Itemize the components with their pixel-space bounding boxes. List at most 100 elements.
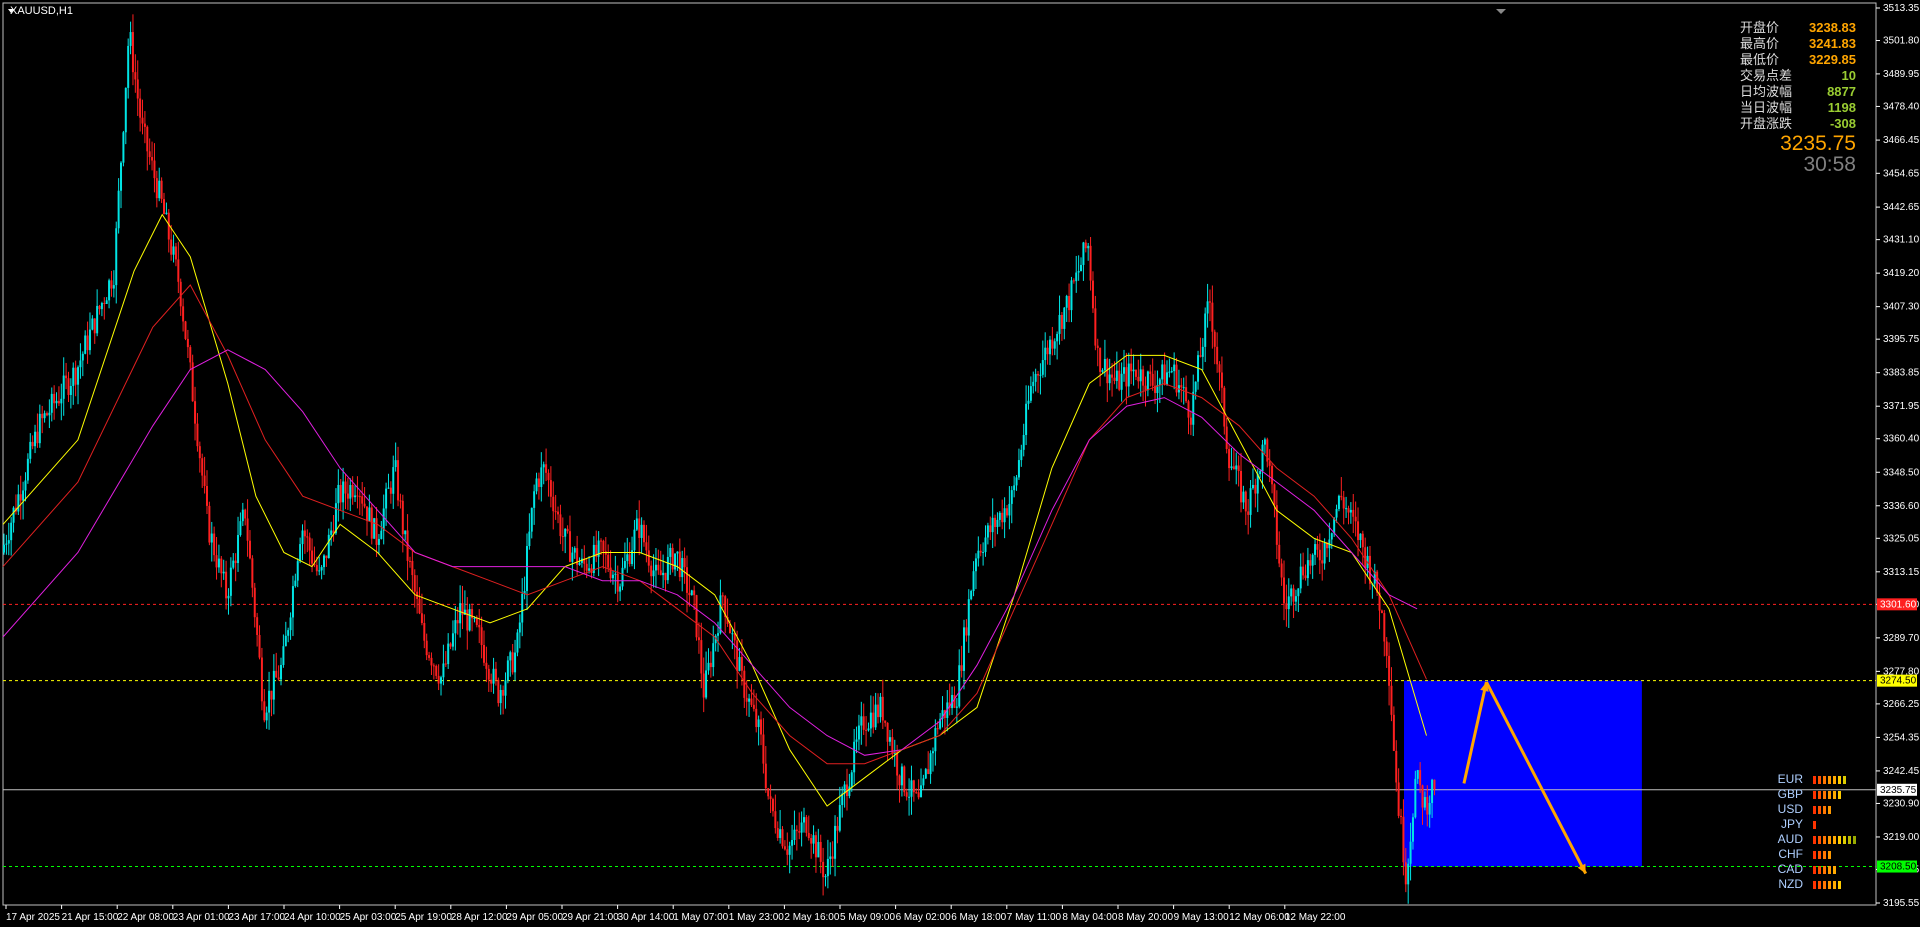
- candle-body: [485, 662, 488, 669]
- candle-body: [227, 595, 230, 599]
- candle-body: [514, 652, 517, 673]
- candle-body: [986, 525, 989, 538]
- candle-body: [1237, 465, 1240, 471]
- candle-body: [588, 568, 591, 571]
- strength-bar: [1848, 835, 1851, 844]
- x-tick-label: 5 May 09:00: [840, 912, 895, 923]
- candle-body: [232, 560, 235, 568]
- info-value: 3238.83: [1809, 20, 1856, 35]
- strength-bar: [1813, 820, 1816, 829]
- candle-body: [53, 393, 56, 404]
- candle-body: [225, 571, 228, 599]
- candle-body: [449, 643, 452, 647]
- candle-body: [771, 799, 774, 812]
- candle-body: [499, 689, 502, 704]
- candle-body: [1244, 491, 1247, 512]
- currency-row-aud: AUD: [1769, 832, 1856, 847]
- candle-body: [683, 558, 686, 568]
- candle-body: [662, 572, 665, 576]
- x-tick-label: 28 Apr 12:00: [451, 912, 508, 923]
- candle-body: [1149, 371, 1152, 374]
- candle-body: [358, 496, 361, 498]
- candle-body: [275, 670, 278, 678]
- strength-bar: [1843, 775, 1846, 784]
- candle-body: [521, 593, 524, 623]
- candle-body: [1349, 509, 1352, 513]
- candle-body: [45, 413, 48, 416]
- candle-body: [483, 644, 486, 663]
- candle-body: [1082, 242, 1085, 265]
- blue-zone[interactable]: [1404, 680, 1642, 867]
- candle-body: [60, 398, 63, 404]
- candle-body: [774, 811, 777, 829]
- candle-body: [248, 540, 251, 559]
- candle-body: [702, 673, 705, 698]
- strength-bar: [1813, 805, 1816, 814]
- candle-body: [110, 280, 113, 289]
- candle-body: [1127, 363, 1130, 387]
- candle-body: [494, 668, 497, 680]
- candle-body: [745, 697, 748, 702]
- strength-bar: [1813, 850, 1816, 859]
- candle-body: [1309, 560, 1312, 566]
- candle-body: [1330, 533, 1333, 540]
- candle-body: [542, 464, 545, 468]
- scroll-marker-icon[interactable]: [1496, 9, 1506, 14]
- candle-body: [1352, 509, 1355, 517]
- candle-body: [131, 32, 134, 73]
- strength-bar: [1833, 775, 1836, 784]
- candle-body: [81, 353, 84, 361]
- candle-body: [260, 657, 263, 702]
- candle-body: [571, 552, 574, 562]
- candle-body: [1359, 533, 1362, 541]
- candle-body: [628, 554, 631, 564]
- price-tag-label: 3235.75: [1880, 785, 1917, 796]
- candle-body: [566, 528, 569, 532]
- candle-body: [1204, 313, 1207, 347]
- candle-body: [547, 472, 550, 481]
- candle-body: [1015, 477, 1018, 486]
- candle-body: [810, 838, 813, 844]
- candle-body: [974, 558, 977, 572]
- candle-body: [1400, 815, 1403, 817]
- candle-body: [908, 796, 911, 798]
- candle-body: [418, 598, 421, 614]
- currency-name: NZD: [1778, 877, 1803, 891]
- candle-body: [291, 586, 294, 618]
- candle-body: [697, 637, 700, 641]
- candle-body: [633, 529, 636, 551]
- candle-body: [917, 792, 920, 798]
- candle-body: [311, 550, 314, 564]
- candle-body: [905, 792, 908, 797]
- y-tick-label: 3360.40: [1883, 434, 1920, 445]
- candle-body: [860, 716, 863, 726]
- candle-body: [506, 660, 509, 681]
- candle-body: [1041, 360, 1044, 375]
- candle-body: [1340, 495, 1343, 498]
- price-axis[interactable]: 3513.35 3501.80 3489.95 3478.40 3466.45 3454.…: [1876, 3, 1920, 909]
- candle-body: [454, 620, 457, 634]
- price-chart[interactable]: 3513.35 3501.80 3489.95 3478.40 3466.45 3454.…: [0, 0, 1920, 927]
- candle-body: [953, 694, 956, 708]
- candle-body: [389, 487, 392, 494]
- candle-body: [805, 817, 808, 833]
- y-tick-label: 3513.35: [1883, 3, 1920, 14]
- currency-row-nzd: NZD: [1769, 877, 1856, 892]
- candle-body: [865, 729, 868, 731]
- candle-body: [79, 360, 82, 368]
- candle-body: [490, 679, 493, 684]
- candle-body: [1037, 373, 1040, 376]
- candle-body: [1433, 779, 1436, 790]
- x-tick-label: 7 May 11:00: [1007, 912, 1062, 923]
- candle-body: [1218, 364, 1221, 373]
- candle-body: [1273, 484, 1276, 506]
- candle-body: [1321, 560, 1324, 564]
- y-tick-label: 3230.90: [1883, 798, 1920, 809]
- zone-rectangle[interactable]: [1404, 680, 1642, 867]
- y-tick-label: 3442.65: [1883, 202, 1920, 213]
- candle-body: [1005, 508, 1008, 516]
- candle-body: [1053, 341, 1056, 349]
- strength-bars: [1813, 790, 1841, 799]
- candle-body: [1103, 359, 1106, 371]
- time-axis[interactable]: 17 Apr 2025 21 Apr 15:0022 Apr 08:0023 Ap…: [5, 905, 1346, 923]
